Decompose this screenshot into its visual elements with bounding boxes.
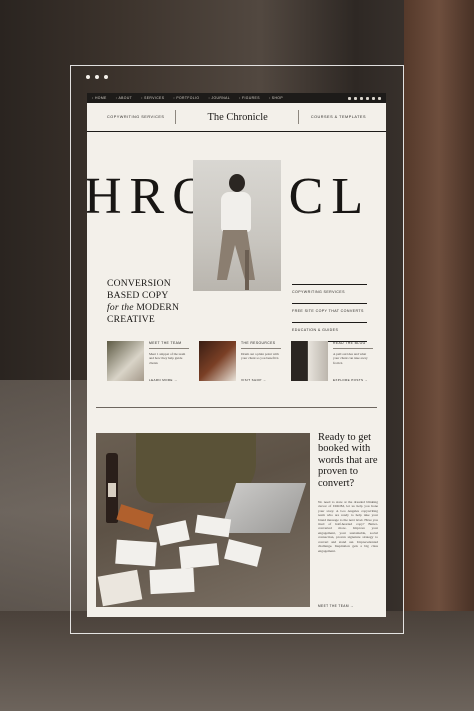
window-dot[interactable] <box>95 75 99 79</box>
photo-book <box>116 504 154 530</box>
nav-portfolio[interactable]: PORTFOLIO <box>173 96 199 100</box>
hero-link-list: COPYWRITING SERVICES FREE SITE COPY THAT… <box>292 284 367 342</box>
photo-paper <box>224 539 262 567</box>
photo-person-body <box>221 192 251 232</box>
hero-tagline: CONVERSION BASED COPY for the MODERN CRE… <box>107 278 179 326</box>
photo-person-legs <box>217 230 255 280</box>
hero-link-free-copy[interactable]: FREE SITE COPY THAT CONVERTS <box>292 303 367 322</box>
site-header: COPYWRITING SERVICES The Chronicle COURS… <box>87 103 386 132</box>
photo-paper <box>194 514 232 538</box>
header-link-courses[interactable]: COURSES & TEMPLATES <box>311 115 366 119</box>
card-info: THE RESOURCES Drum out a plain point wit… <box>241 341 281 382</box>
feature-cards: MEET THE TEAM Meet 1 snippet of the team… <box>107 341 373 382</box>
hero-tagline-line: for the MODERN <box>107 302 179 314</box>
nav-shop[interactable]: SHOP <box>269 96 283 100</box>
photo-paper <box>178 543 220 569</box>
card-title: THE RESOURCES <box>241 341 281 349</box>
facebook-icon[interactable] <box>348 96 351 100</box>
section-divider <box>96 407 377 408</box>
cta-block: Ready to get booked with words that are … <box>318 432 378 608</box>
photo-paper <box>149 567 195 595</box>
window-dot[interactable] <box>104 75 108 79</box>
photo-paper <box>156 520 190 546</box>
hero-link-copywriting[interactable]: COPYWRITING SERVICES <box>292 284 367 303</box>
top-navigation: HOME ABOUT SERVICES PORTFOLIO JOURNAL FI… <box>87 93 386 103</box>
photo-laptop <box>219 483 307 533</box>
feature-card: THE RESOURCES Drum out a plain point wit… <box>199 341 281 382</box>
card-title: MEET THE TEAM <box>149 341 189 349</box>
card-thumbnail[interactable] <box>291 341 328 381</box>
site-logo[interactable]: The Chronicle <box>207 112 267 123</box>
photo-person-head <box>229 174 245 192</box>
hero-tagline-line: CREATIVE <box>107 314 155 325</box>
card-link[interactable]: VISIT SHOP <box>241 378 281 382</box>
photo-paper <box>115 539 157 567</box>
hero-photo <box>193 160 281 291</box>
photo-wine-bottle <box>106 453 118 523</box>
hero-tagline-italic: for the <box>107 302 134 313</box>
website-page: HOME ABOUT SERVICES PORTFOLIO JOURNAL FI… <box>87 93 386 617</box>
hero-tagline-line: CONVERSION <box>107 278 171 289</box>
cta-link[interactable]: MEET THE TEAM <box>318 604 354 608</box>
feature-card: MEET THE TEAM Meet 1 snippet of the team… <box>107 341 189 382</box>
feature-card: READ THE BLOG A pull out idea and what y… <box>291 341 373 382</box>
card-link[interactable]: EXPLORE POSTS <box>333 378 373 382</box>
hero-link-education[interactable]: EDUCATION & GUIDES <box>292 322 367 342</box>
youtube-icon[interactable] <box>378 96 381 100</box>
photo-stool <box>245 250 249 290</box>
nav-home[interactable]: HOME <box>92 96 107 100</box>
card-link[interactable]: LEARN MORE <box>149 378 189 382</box>
card-info: MEET THE TEAM Meet 1 snippet of the team… <box>149 341 189 382</box>
card-thumbnail[interactable] <box>107 341 144 381</box>
hero-tagline-rest: MODERN <box>133 302 180 313</box>
pinterest-icon[interactable] <box>354 96 357 100</box>
card-description: Drum out a plain point with your client … <box>241 352 280 361</box>
card-thumbnail[interactable] <box>199 341 236 381</box>
window-controls <box>86 75 108 79</box>
card-description: A pull out idea and what your client can… <box>333 352 368 365</box>
header-link-copywriting[interactable]: COPYWRITING SERVICES <box>107 115 164 119</box>
hero-tagline-line: BASED COPY <box>107 290 169 301</box>
hero-section: HRONICL CONVERSION BASED COPY for the MO… <box>87 132 386 342</box>
nav-journal[interactable]: JOURNAL <box>208 96 230 100</box>
workspace-photo <box>96 433 310 607</box>
cta-body: No need to stare at the dreaded blinking… <box>318 500 378 553</box>
window-dot[interactable] <box>86 75 90 79</box>
card-description: Meet 1 snippet of the team and how they … <box>149 352 186 365</box>
background-door <box>404 0 474 711</box>
nav-services[interactable]: SERVICES <box>141 96 164 100</box>
header-divider <box>175 110 176 124</box>
card-info: READ THE BLOG A pull out idea and what y… <box>333 341 373 382</box>
twitter-icon[interactable] <box>360 96 363 100</box>
cta-heading: Ready to get booked with words that are … <box>318 432 378 489</box>
card-title: READ THE BLOG <box>333 341 373 349</box>
nav-about[interactable]: ABOUT <box>116 96 132 100</box>
social-icons <box>348 96 381 100</box>
header-divider <box>298 110 299 124</box>
nav-figures[interactable]: FIGURES <box>239 96 260 100</box>
linkedin-icon[interactable] <box>372 96 375 100</box>
photo-paper <box>97 569 143 607</box>
instagram-icon[interactable] <box>366 96 369 100</box>
